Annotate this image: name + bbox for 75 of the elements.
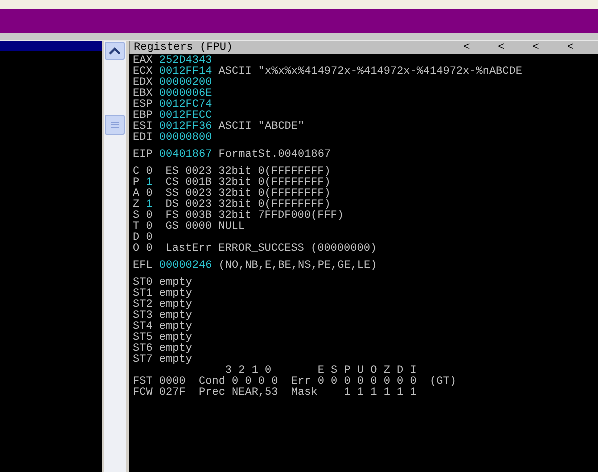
flag-name: A	[133, 189, 140, 200]
register-name: EDI	[133, 133, 153, 144]
register-name: ECX	[133, 67, 153, 78]
flag-name: T	[133, 222, 140, 233]
flag-name: C	[133, 167, 140, 178]
fpu-register-value: empty	[159, 300, 192, 311]
register-comment: ASCII "x%x%x%414972x-%414972x-%414972x-%nABCDE	[218, 67, 522, 78]
fpu-register-name: ST1	[133, 289, 153, 300]
fpu-register-name: ST0	[133, 278, 153, 289]
fpu-register-value: empty	[159, 344, 192, 355]
segment-info: DS 0023 32bit 0(FFFFFFFF)	[166, 200, 331, 211]
fpu-register-name: ST4	[133, 322, 153, 333]
register-value: 0012FECC	[159, 111, 212, 122]
grip-icon	[110, 121, 120, 129]
flag-name: D	[133, 233, 140, 244]
register-value: 00401867	[159, 150, 212, 161]
column-arrow[interactable]: <	[532, 42, 540, 54]
segment-info: SS 0023 32bit 0(FFFFFFFF)	[166, 189, 331, 200]
flag-value: 1	[146, 178, 154, 189]
flag-value: 0	[146, 244, 154, 255]
register-name: EBX	[133, 89, 153, 100]
column-arrow[interactable]: <	[464, 42, 470, 54]
flag-value: 1	[146, 200, 154, 211]
flag-value: 0	[146, 211, 154, 222]
scroll-thumb[interactable]	[105, 115, 125, 135]
register-name: EAX	[133, 56, 153, 67]
segment-info: LastErr ERROR_SUCCESS (00000000)	[166, 244, 378, 255]
register-value: 0012FF36	[159, 122, 212, 133]
fpu-register-name: ST2	[133, 300, 153, 311]
register-comment: FormatSt.00401867	[218, 150, 332, 161]
register-value: 0000006E	[159, 89, 212, 100]
register-comment: ASCII "ABCDE"	[218, 122, 305, 133]
fpu-status-line: FCW 027F Prec NEAR,53 Mask 1 1 1 1 1 1	[133, 388, 418, 399]
register-name: EDX	[133, 78, 153, 89]
panel-title: Registers (FPU)	[134, 42, 234, 54]
register-value: 252D4343	[159, 56, 212, 67]
fpu-register-name: ST7	[133, 355, 153, 366]
segment-info: GS 0000 NULL	[166, 222, 245, 233]
flag-value: 0	[146, 167, 154, 178]
flag-name: S	[133, 211, 140, 222]
flag-name: O	[133, 244, 140, 255]
fpu-register-value: empty	[159, 355, 192, 366]
register-value: 00000800	[159, 133, 212, 144]
register-value: 00000246	[159, 261, 212, 272]
flag-name: Z	[133, 200, 140, 211]
flag-value: 0	[146, 189, 154, 200]
flag-value: 0	[146, 233, 154, 244]
fpu-register-name: ST3	[133, 311, 153, 322]
register-name: EBP	[133, 111, 153, 122]
fpu-register-value: empty	[159, 311, 192, 322]
scrollbar[interactable]	[104, 41, 129, 472]
segment-info: ES 0023 32bit 0(FFFFFFFF)	[166, 167, 331, 178]
register-name: EFL	[133, 261, 153, 272]
fpu-register-name: ST6	[133, 344, 153, 355]
segment-info: CS 001B 32bit 0(FFFFFFFF)	[166, 178, 331, 189]
register-value: 0012FC74	[159, 100, 212, 111]
fpu-register-value: empty	[159, 333, 192, 344]
register-name: ESP	[133, 100, 153, 111]
column-arrow[interactable]: <	[498, 42, 505, 54]
fpu-register-name: ST5	[133, 333, 153, 344]
flag-name: P	[133, 178, 140, 189]
fpu-register-value: empty	[159, 289, 192, 300]
scroll-up-button[interactable]	[105, 42, 125, 60]
register-name: EIP	[133, 150, 153, 161]
segment-info: FS 003B 32bit 7FFDF000(FFF)	[166, 211, 344, 222]
fpu-register-value: empty	[159, 322, 192, 333]
register-name: ESI	[133, 122, 153, 133]
register-comment: (NO,NB,E,BE,NS,PE,GE,LE)	[218, 261, 378, 272]
register-value: 0012FF14	[159, 67, 212, 78]
flag-value: 0	[146, 222, 154, 233]
fpu-status-line: 3 2 1 0 E S P U O Z D I	[224, 366, 418, 377]
column-arrow[interactable]: <	[567, 42, 574, 54]
fpu-status-line: FST 0000 Cond 0 0 0 0 Err 0 0 0 0 0 0 0 0 (GT)	[133, 377, 458, 388]
register-value: 00000200	[159, 78, 212, 89]
fpu-register-value: empty	[159, 278, 192, 289]
